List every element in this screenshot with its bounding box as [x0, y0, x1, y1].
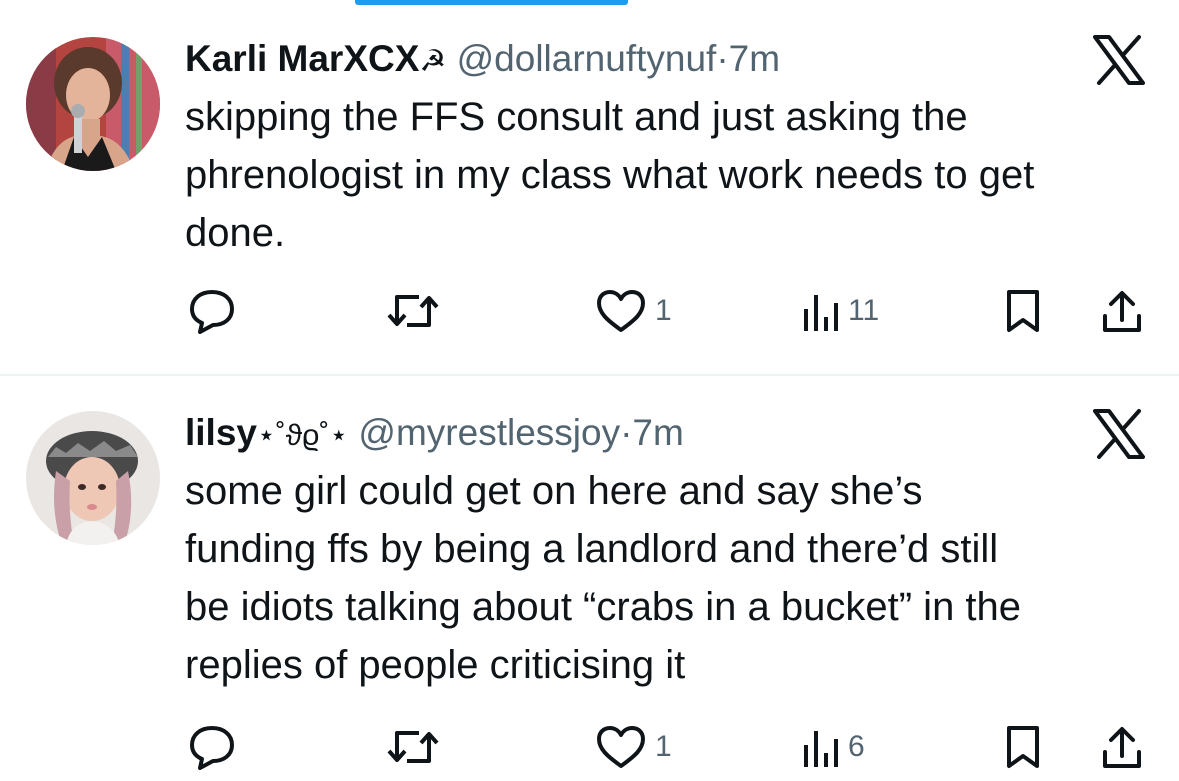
x-logo-icon	[1093, 409, 1145, 459]
reply-icon	[190, 726, 234, 770]
handle[interactable]: @myrestlessjoy	[358, 412, 620, 453]
bookmark-button[interactable]	[1003, 286, 1043, 336]
tweet-header: Karli MarXCX☭ @dollarnuftynuf·7m	[185, 34, 1069, 84]
tweet[interactable]: Karli MarXCX☭ @dollarnuftynuf·7m skippin…	[0, 0, 1179, 374]
tweet-actions: 1 11	[0, 286, 1179, 336]
separator-dot: ·	[716, 38, 729, 79]
views-button[interactable]: 6	[800, 722, 865, 772]
timestamp[interactable]: 7m	[729, 38, 780, 79]
tweet-text-line: be idiots talking about “crabs in a buck…	[185, 585, 1022, 629]
tweet[interactable]: lilsy⋆˚ϑϱ˚⋆ @myrestlessjoy·7m some girl …	[0, 376, 1179, 781]
like-button[interactable]: 1	[595, 286, 672, 336]
reply-icon	[190, 290, 234, 334]
handle[interactable]: @dollarnuftynuf	[457, 38, 717, 79]
share-icon	[1103, 727, 1141, 768]
timestamp[interactable]: 7m	[632, 412, 683, 453]
share-button[interactable]	[1100, 286, 1144, 336]
display-name[interactable]: lilsy	[185, 412, 257, 453]
views-button[interactable]: 11	[800, 286, 879, 336]
bookmark-icon	[1007, 726, 1039, 768]
tweet-text: some girl could get on here and say she’…	[185, 462, 1159, 694]
tweet-text-line: phrenologist in my class what work needs…	[185, 153, 1035, 197]
separator-dot: ·	[620, 412, 633, 453]
share-icon	[1103, 291, 1141, 332]
avatar[interactable]	[26, 37, 160, 171]
views-icon	[804, 295, 838, 331]
name-emoji: ⋆˚ϑϱ˚⋆	[257, 419, 349, 452]
tweet-text: skipping the FFS consult and just asking…	[185, 88, 1159, 262]
like-button[interactable]: 1	[595, 722, 672, 772]
view-count: 6	[848, 730, 865, 763]
x-logo-icon	[1093, 35, 1145, 85]
tweet-text-line: skipping the FFS consult and just asking…	[185, 95, 968, 139]
like-count: 1	[655, 294, 672, 327]
tweet-header: lilsy⋆˚ϑϱ˚⋆ @myrestlessjoy·7m	[185, 408, 1069, 458]
views-icon	[804, 731, 838, 767]
tweet-text-line: replies of people criticising it	[185, 643, 686, 687]
name-emoji: ☭	[419, 45, 447, 78]
share-button[interactable]	[1100, 722, 1144, 772]
display-name[interactable]: Karli MarXCX	[185, 38, 419, 79]
tweet-actions: 1 6	[0, 722, 1179, 772]
tweet-text-line: funding ffs by being a landlord and ther…	[185, 527, 999, 571]
avatar[interactable]	[26, 411, 160, 545]
retweet-button[interactable]	[385, 286, 449, 336]
view-count: 11	[848, 294, 880, 327]
heart-icon	[597, 290, 645, 332]
like-count: 1	[655, 730, 672, 763]
tweet-text-line: done.	[185, 211, 286, 255]
heart-icon	[597, 726, 645, 768]
tweet-text-line: some girl could get on here and say she’…	[185, 469, 923, 513]
retweet-icon	[387, 295, 439, 327]
reply-button[interactable]	[188, 722, 244, 772]
retweet-button[interactable]	[385, 722, 449, 772]
reply-button[interactable]	[188, 286, 244, 336]
retweet-icon	[387, 731, 439, 763]
bookmark-icon	[1007, 290, 1039, 332]
bookmark-button[interactable]	[1003, 722, 1043, 772]
